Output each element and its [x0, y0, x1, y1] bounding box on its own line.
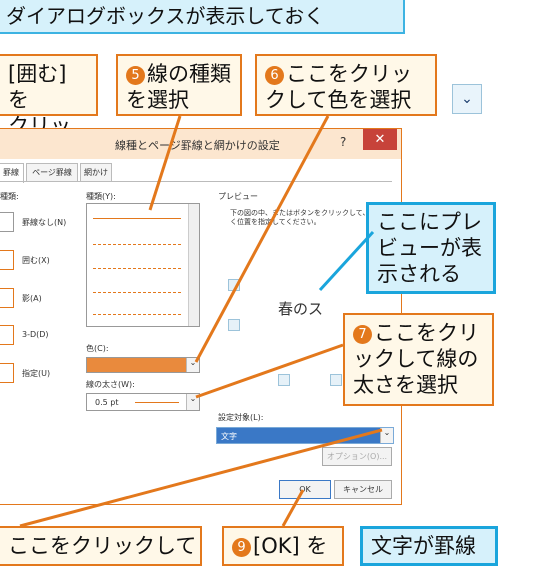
connector-5: [148, 115, 182, 211]
connector-6: [194, 115, 330, 363]
connector-9: [281, 489, 305, 527]
connector-7: [195, 343, 344, 399]
callout-connectors: [19, 115, 383, 528]
connector-preview: [318, 230, 375, 292]
connector-8: [19, 428, 383, 528]
